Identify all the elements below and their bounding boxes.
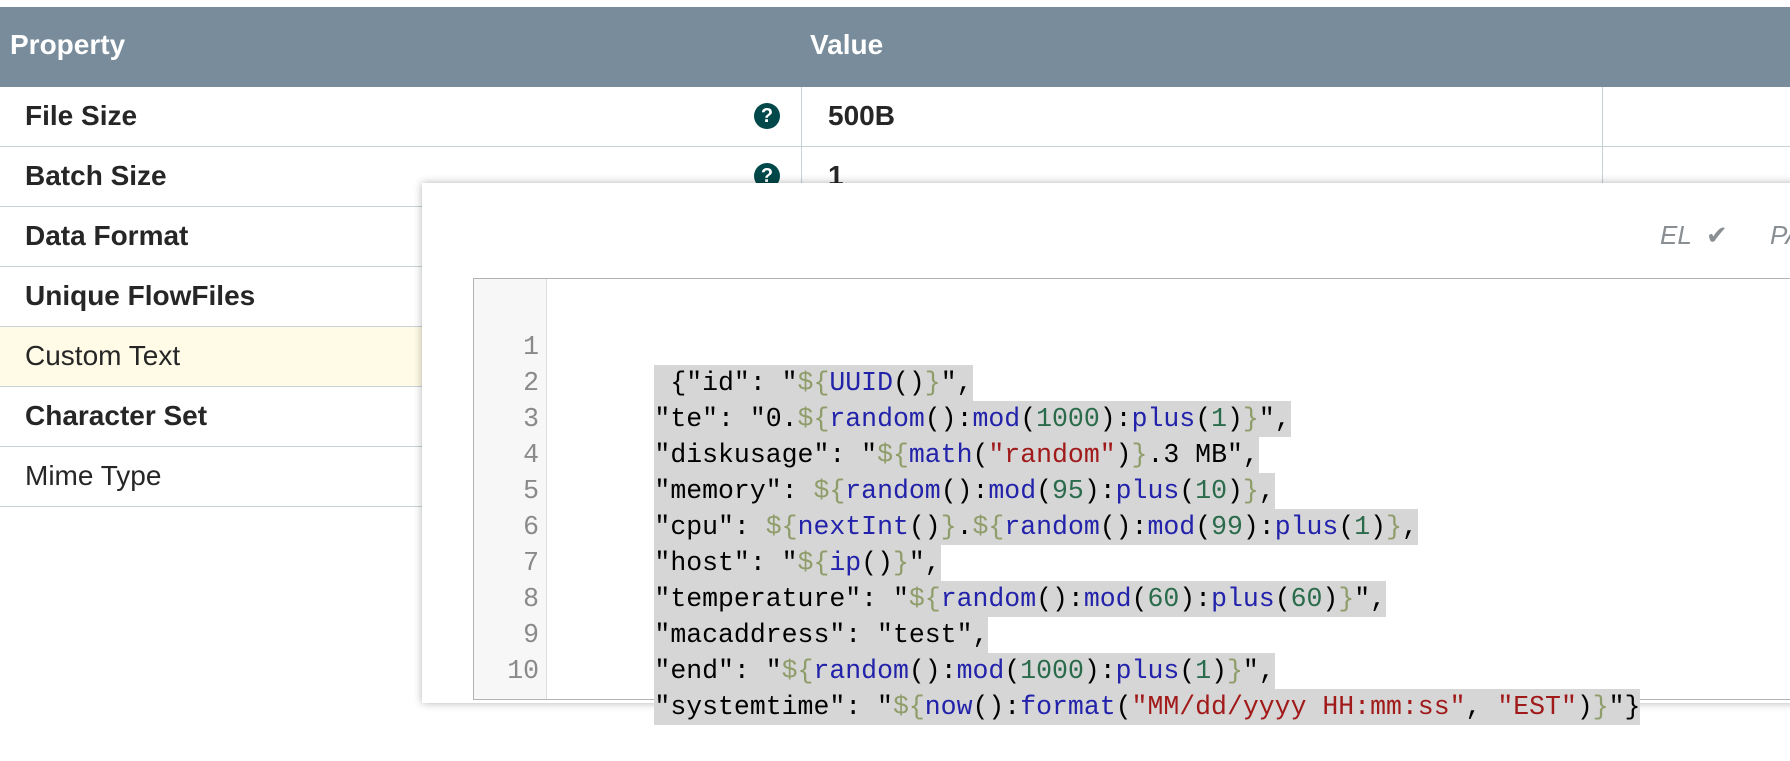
- code-text: "systemtime": "${now():format("MM/dd/yyy…: [654, 689, 1641, 725]
- line-number: 7: [523, 548, 539, 578]
- line-number: 3: [523, 404, 539, 434]
- column-header-value[interactable]: Value: [810, 29, 883, 61]
- code-line: 4 "memory": ${random():mod(95):plus(10)}…: [523, 401, 1640, 509]
- table-header: Property Value: [0, 7, 1790, 87]
- line-number: 6: [523, 512, 539, 542]
- el-supported-label: EL: [1660, 220, 1692, 250]
- property-name: File Size: [25, 100, 138, 131]
- column-header-property[interactable]: Property: [10, 29, 125, 61]
- code-line: 5 "cpu": ${nextInt()}.${random():mod(99)…: [523, 437, 1640, 545]
- property-value[interactable]: 500B: [828, 100, 895, 132]
- code-line: 9 "end": "${random():mod(1000):plus(1)}"…: [523, 581, 1640, 689]
- code-line: 2 "te": "0.${random():mod(1000):plus(1)}…: [523, 329, 1640, 437]
- code-content[interactable]: 1 {"id": "${UUID()}", 2 "te": "0.${rando…: [507, 293, 1641, 725]
- line-number: 2: [523, 368, 539, 398]
- code-text: "end": "${random():mod(1000):plus(1)}",: [654, 653, 1275, 689]
- property-name: Unique FlowFiles: [25, 280, 256, 311]
- help-icon[interactable]: ?: [754, 103, 780, 129]
- line-number: 1: [523, 332, 539, 362]
- line-number: 4: [523, 440, 539, 470]
- line-number: 9: [523, 620, 539, 650]
- code-line: 10 "systemtime": "${now():format("MM/dd/…: [507, 617, 1641, 725]
- property-name: Character Set: [25, 400, 208, 431]
- property-name: Mime Type: [25, 460, 162, 491]
- code-line: 3 "diskusage": "${math("random")}.3 MB",: [523, 365, 1640, 473]
- table-row[interactable]: File Size ? 500B: [0, 87, 1790, 147]
- property-name: Batch Size: [25, 160, 167, 191]
- line-number: 8: [523, 584, 539, 614]
- code-editor[interactable]: 1 {"id": "${UUID()}", 2 "te": "0.${rando…: [473, 278, 1790, 725]
- code-line: 1 {"id": "${UUID()}",: [523, 293, 1640, 401]
- property-name: Custom Text: [25, 340, 181, 371]
- check-icon: ✔: [1706, 220, 1728, 250]
- code-line: 7 "temperature": "${random():mod(60):plu…: [523, 509, 1640, 617]
- code-line: 8 "macaddress": "test",: [523, 545, 1640, 653]
- line-number: 10: [507, 656, 539, 686]
- line-number: 5: [523, 476, 539, 506]
- code-line: 6 "host": "${ip()}",: [523, 473, 1640, 581]
- parameter-label: PA: [1770, 220, 1790, 250]
- property-name: Data Format: [25, 220, 189, 251]
